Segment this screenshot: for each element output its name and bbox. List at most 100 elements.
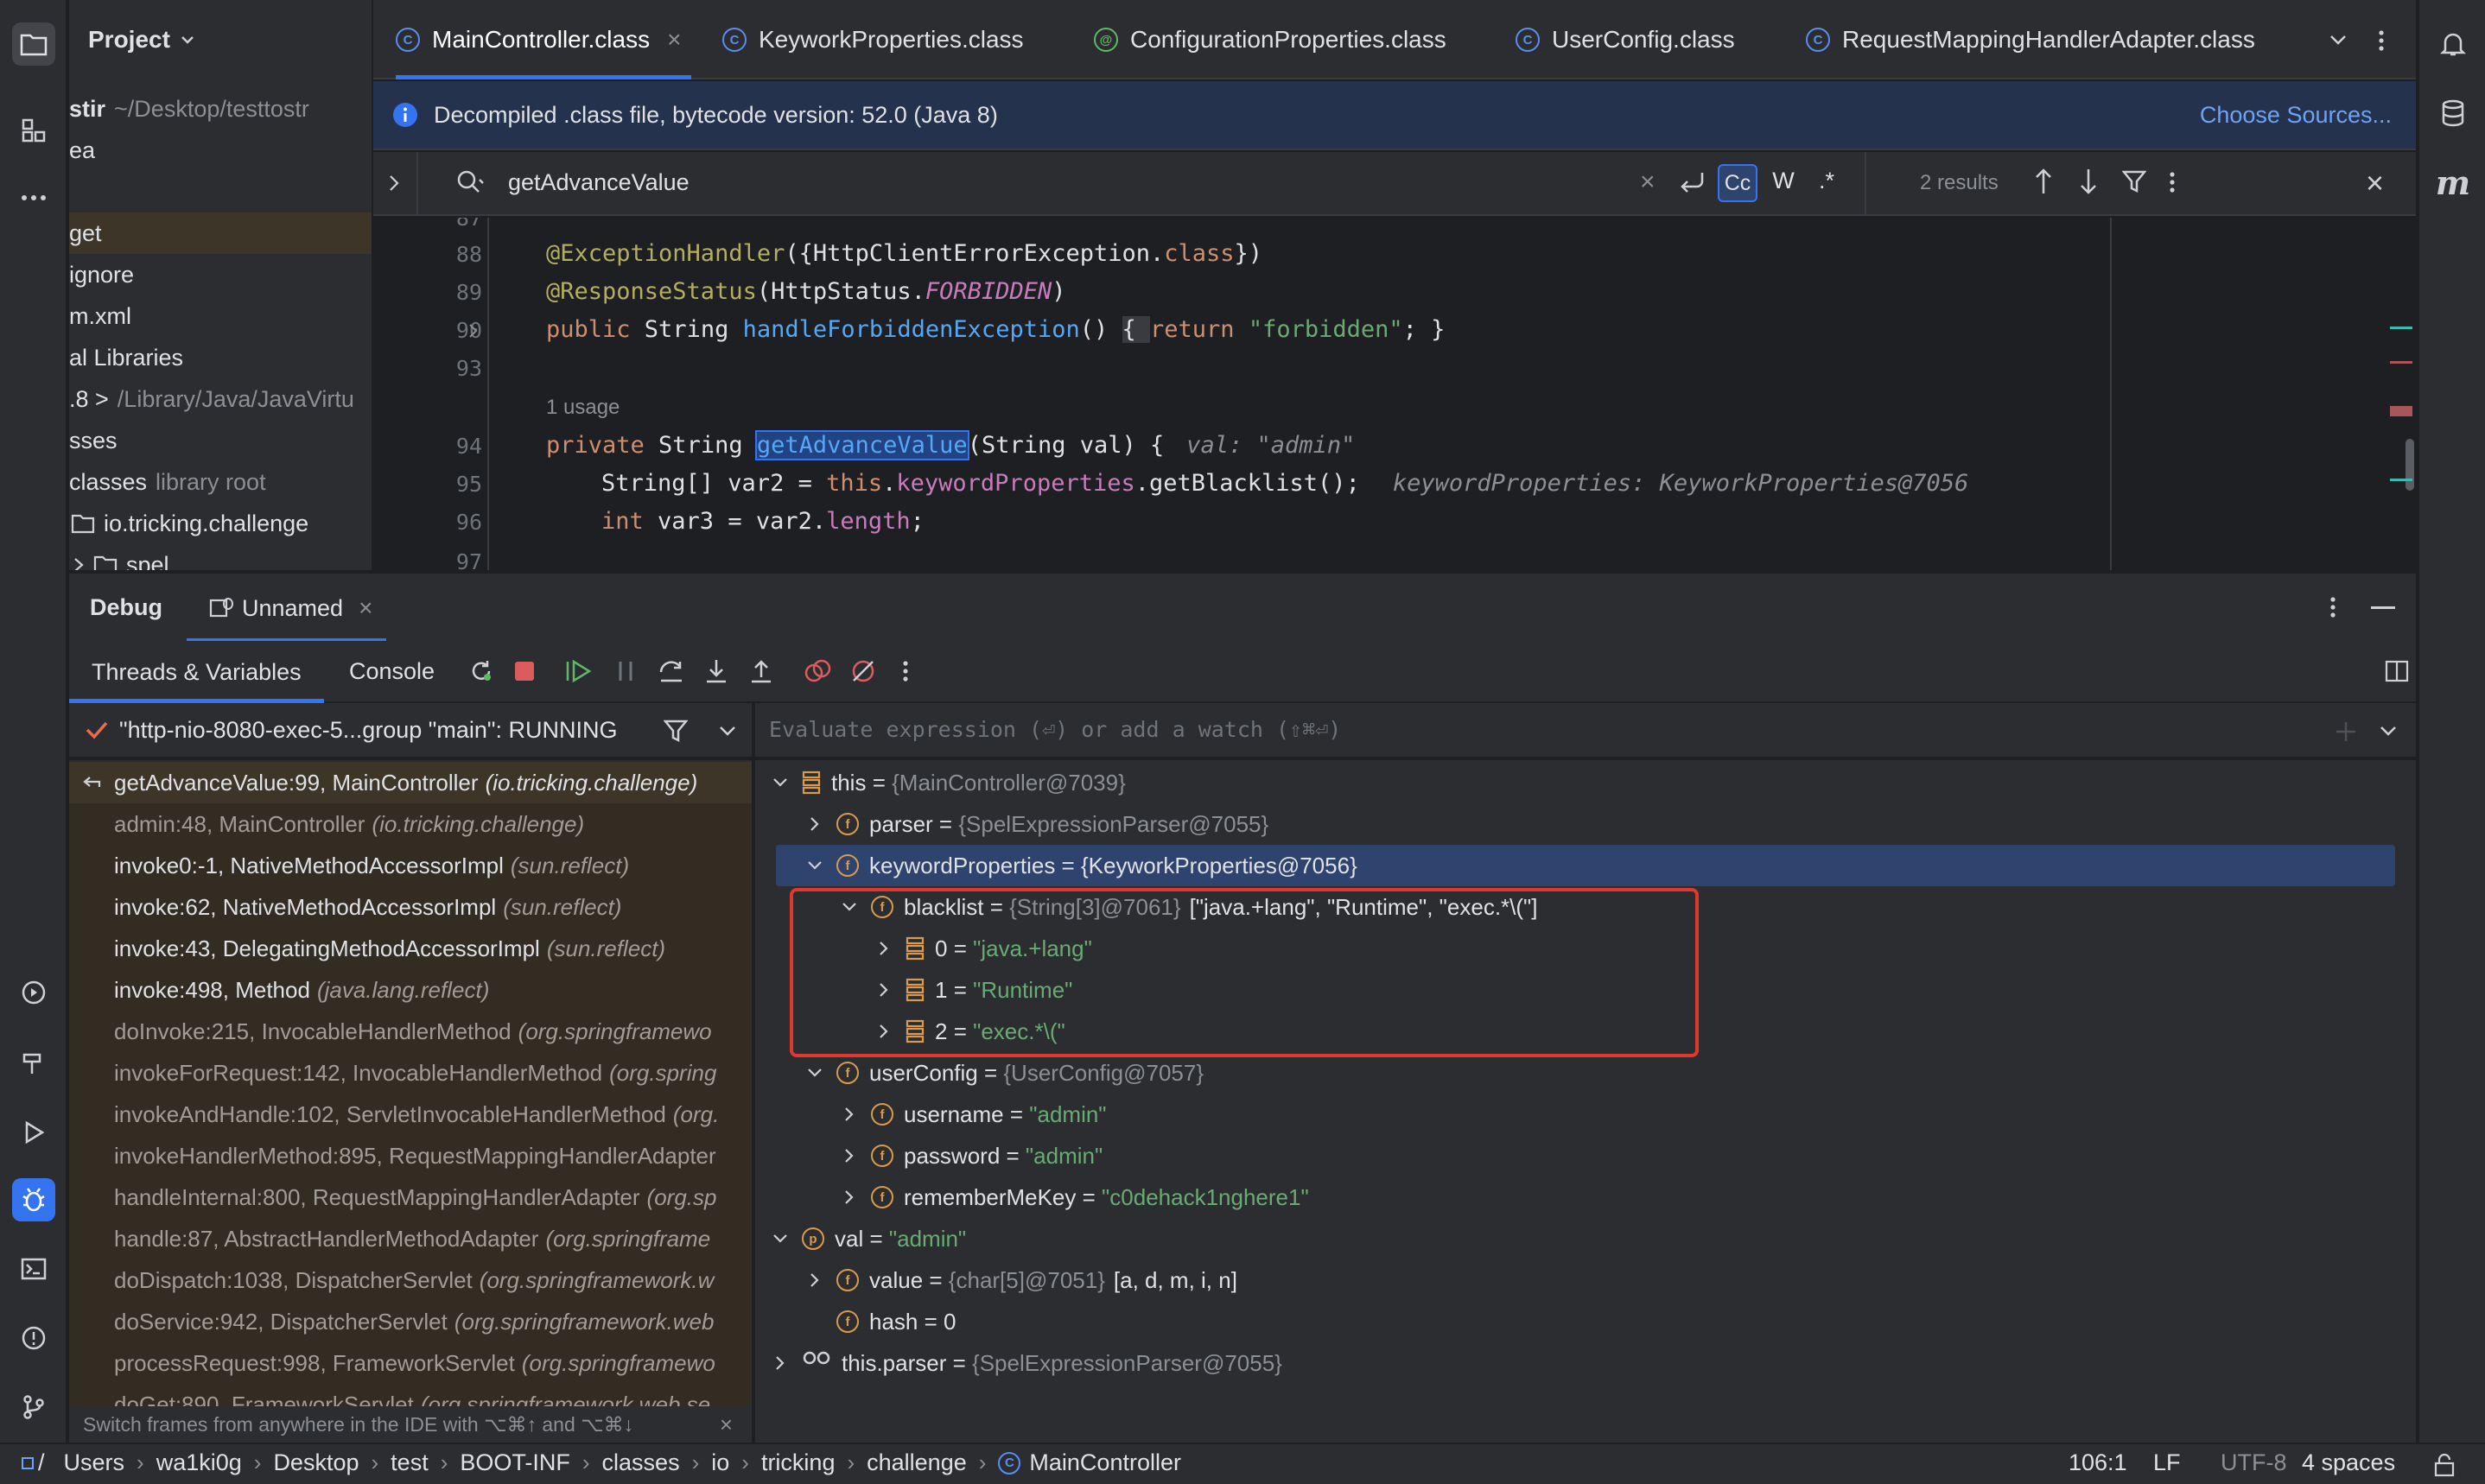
debug-options-icon[interactable] [2329, 596, 2336, 618]
search-input[interactable]: getAdvanceValue [508, 169, 690, 196]
breadcrumb-item[interactable]: io [711, 1449, 729, 1476]
variable-row[interactable]: this = {MainController@7039} [755, 762, 2397, 803]
stop-icon[interactable] [515, 662, 534, 681]
stack-frame[interactable]: invoke0:-1, NativeMethodAccessorImpl (sun… [69, 845, 752, 886]
layout-settings-icon[interactable] [2385, 660, 2409, 682]
regex-toggle[interactable]: .* [1809, 168, 1844, 194]
chevron-right-icon[interactable] [804, 813, 826, 835]
tab-main-controller[interactable]: C MainController.class × [396, 0, 692, 79]
breadcrumb-item[interactable]: MainController [1029, 1449, 1181, 1476]
evaluate-input[interactable]: Evaluate expression (⏎) or add a watch (… [769, 717, 2238, 742]
expand-replace-icon[interactable] [389, 174, 399, 192]
step-out-icon[interactable] [748, 658, 774, 684]
choose-sources-link[interactable]: Choose Sources... [2200, 102, 2392, 129]
step-into-icon[interactable] [703, 658, 729, 684]
filter-icon[interactable] [2122, 169, 2146, 193]
notifications-icon[interactable] [2431, 22, 2475, 66]
file-encoding[interactable]: UTF-8 [2221, 1449, 2287, 1476]
stack-frame[interactable]: invoke:62, NativeMethodAccessorImpl (sun.… [69, 886, 752, 928]
project-tool-icon[interactable] [12, 22, 55, 66]
stack-frame[interactable]: doDispatch:1038, DispatcherServlet (org.s… [69, 1259, 752, 1301]
services-tool-icon[interactable] [12, 971, 55, 1014]
breadcrumb-item[interactable]: / [38, 1449, 45, 1476]
chevron-right-icon[interactable] [838, 1145, 861, 1167]
stack-frame[interactable]: admin:48, MainController (io.tricking.cha… [69, 803, 752, 845]
close-tab-icon[interactable]: × [667, 26, 681, 54]
filter-icon[interactable] [664, 719, 688, 743]
breadcrumb-item[interactable]: challenge [867, 1449, 967, 1476]
stack-frame[interactable]: processRequest:998, FrameworkServlet (org… [69, 1342, 752, 1384]
tab-threads-variables[interactable]: Threads & Variables [69, 641, 324, 703]
debug-session-tab[interactable]: Unnamed × [187, 574, 387, 643]
project-root-icon[interactable] [21, 1456, 35, 1470]
stack-frame[interactable]: getAdvanceValue:99, MainController (io.tr… [69, 762, 752, 803]
breadcrumb-item[interactable]: classes [602, 1449, 680, 1476]
chevron-right-icon[interactable] [838, 1186, 861, 1208]
usage-hint[interactable]: 1 usage [546, 396, 620, 420]
variable-row[interactable]: f hash = 0 [755, 1301, 2397, 1342]
tabs-more-icon[interactable] [2378, 29, 2385, 52]
variable-row[interactable]: f rememberMeKey = "c0dehack1nghere1" [755, 1176, 2397, 1218]
chevron-down-icon[interactable] [2380, 726, 2397, 736]
git-tool-icon[interactable] [12, 1386, 55, 1429]
view-breakpoints-icon[interactable] [804, 658, 831, 684]
project-panel-header[interactable]: Project [88, 26, 194, 54]
breadcrumb-item[interactable]: test [391, 1449, 429, 1476]
chevron-down-icon[interactable] [804, 854, 826, 877]
stack-frame[interactable]: invoke:498, Method (java.lang.reflect) [69, 969, 752, 1011]
variable-row[interactable]: f username = "admin" [755, 1094, 2397, 1135]
stack-frame[interactable]: doGet:890, FrameworkServlet (org.springfr… [69, 1384, 752, 1406]
chevron-right-icon[interactable] [873, 979, 895, 1001]
next-occurrence-icon[interactable] [2079, 168, 2098, 195]
breadcrumb-item[interactable]: BOOT-INF [460, 1449, 570, 1476]
variable-row[interactable]: f password = "admin" [755, 1135, 2397, 1176]
more-actions-icon[interactable] [902, 660, 909, 682]
pause-icon[interactable] [615, 660, 636, 682]
structure-tool-icon[interactable] [12, 109, 55, 152]
breadcrumb-item[interactable]: Desktop [273, 1449, 359, 1476]
new-line-icon[interactable] [1678, 169, 1706, 195]
code-editor[interactable]: 87 88 @ExceptionHandler({HttpClientError… [373, 218, 2416, 570]
indent-setting[interactable]: 4 spaces [2302, 1449, 2395, 1476]
tab-console[interactable]: Console [349, 658, 435, 685]
stack-frame[interactable]: handle:87, AbstractHandlerMethodAdapter(… [69, 1218, 752, 1259]
thread-selector[interactable]: "http-nio-8080-exec-5...group "main": RU… [69, 703, 753, 758]
close-find-icon[interactable]: × [2366, 168, 2384, 199]
tree-item[interactable]: m.xml [69, 295, 372, 337]
tabs-dropdown-icon[interactable] [2329, 35, 2347, 45]
chevron-down-icon[interactable] [769, 1227, 791, 1250]
chevron-right-icon[interactable] [873, 1020, 895, 1043]
database-icon[interactable] [2431, 92, 2475, 135]
stack-frame[interactable]: invokeAndHandle:102, ServletInvocableHan… [69, 1094, 752, 1135]
build-tool-icon[interactable] [12, 1042, 55, 1085]
variable-row[interactable]: f keywordProperties = {KeyworkProperties@… [776, 845, 2395, 886]
whole-words-toggle[interactable]: W [1766, 168, 1801, 194]
close-session-icon[interactable]: × [359, 594, 372, 622]
close-hint-icon[interactable]: × [720, 1411, 733, 1438]
find-more-icon[interactable] [2169, 171, 2176, 193]
previous-occurrence-icon[interactable] [2034, 168, 2053, 195]
tab-request-mapping-handler-adapter[interactable]: C RequestMappingHandlerAdapter.class [1806, 0, 2255, 79]
variable-row[interactable]: this.parser = {SpelExpressionParser@7055… [755, 1342, 2397, 1384]
chevron-right-icon[interactable] [804, 1269, 826, 1291]
variable-row[interactable]: 2 = "exec.*\(" [755, 1011, 2397, 1052]
variable-row[interactable]: f userConfig = {UserConfig@7057} [755, 1052, 2397, 1094]
tree-item[interactable]: stir ~/Desktop/testtostr [69, 88, 372, 130]
breadcrumb-item[interactable]: wa1ki0g [156, 1449, 242, 1476]
breadcrumb-item[interactable]: Users [64, 1449, 125, 1476]
lock-icon[interactable] [2433, 1453, 2456, 1477]
tab-keywork-properties[interactable]: C KeyworkProperties.class [722, 0, 1024, 79]
tree-item[interactable]: .8 >/Library/Java/JavaVirtu [69, 378, 372, 420]
chevron-down-icon[interactable] [804, 1062, 826, 1084]
maven-icon[interactable]: m [2431, 161, 2475, 204]
stack-frame[interactable]: invokeForRequest:142, InvocableHandlerMe… [69, 1052, 752, 1094]
variable-row[interactable]: 1 = "Runtime" [755, 969, 2397, 1011]
fold-chevron-icon[interactable] [468, 323, 479, 339]
tab-user-config[interactable]: C UserConfig.class [1516, 0, 1735, 79]
stack-frame[interactable]: doService:942, DispatcherServlet (org.spr… [69, 1301, 752, 1342]
stack-frame[interactable]: invoke:43, DelegatingMethodAccessorImpl(… [69, 928, 752, 969]
tree-item[interactable]: ignore [69, 254, 372, 295]
variable-row[interactable]: f blacklist = {String[3]@7061} ["java.+lan… [755, 886, 2397, 928]
chevron-down-icon[interactable] [769, 771, 791, 794]
resume-icon[interactable] [565, 658, 593, 684]
